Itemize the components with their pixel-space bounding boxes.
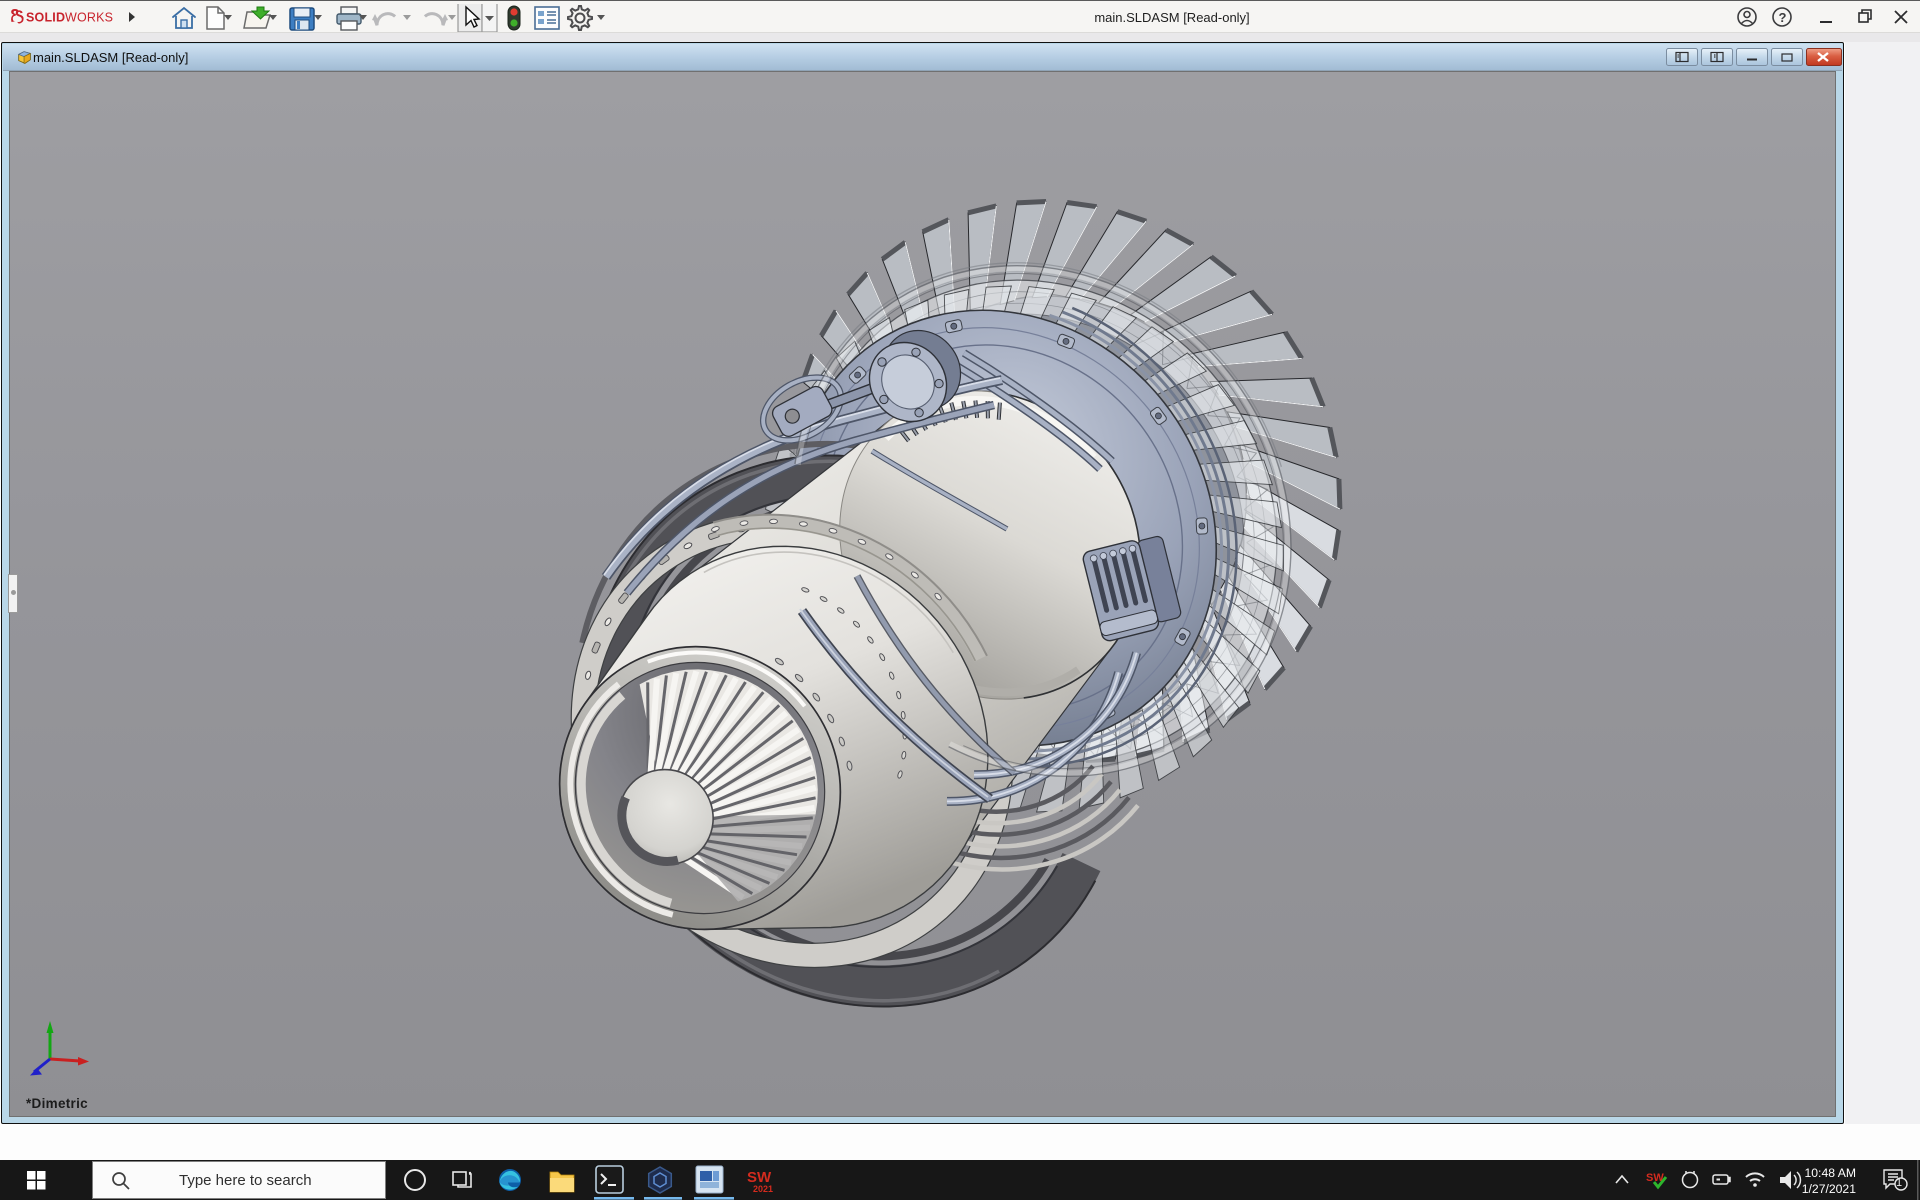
svg-text:?: ? — [1779, 10, 1787, 25]
svg-text:1: 1 — [1896, 1177, 1902, 1189]
svg-text:10:48 AM: 10:48 AM — [1805, 1166, 1857, 1180]
svg-text:2021: 2021 — [753, 1184, 773, 1194]
svg-text:1/27/2021: 1/27/2021 — [1802, 1182, 1856, 1196]
svg-text:SOLID: SOLID — [26, 11, 65, 25]
svg-text:WORKS: WORKS — [65, 11, 113, 25]
